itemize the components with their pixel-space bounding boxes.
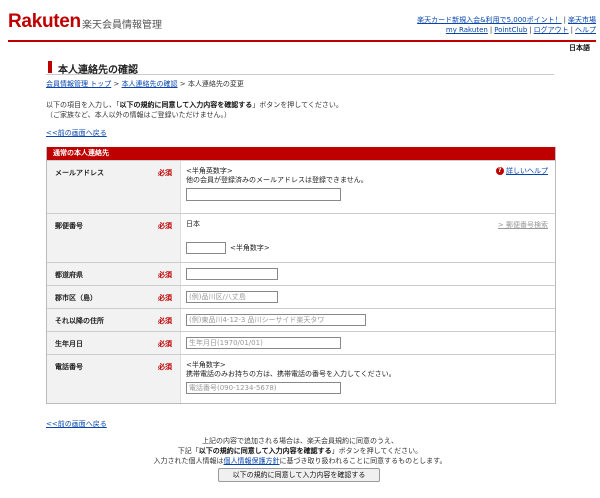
zip-country: 日本 xyxy=(186,220,200,228)
intro-text: 以下の項目を入力し、「以下の規約に同意して入力内容を確認する」ボタンを押してくだ… xyxy=(46,101,343,119)
prefecture-row: 都道府県 必須 xyxy=(47,262,555,285)
agree-confirm-button[interactable]: 以下の規約に同意して入力内容を確認する xyxy=(218,468,380,482)
privacy-policy-link[interactable]: 個人情報保護方針 xyxy=(224,457,280,465)
breadcrumb-top[interactable]: 会員情報管理 トップ xyxy=(46,80,111,88)
city-input[interactable]: (例)品川区/八丈島 xyxy=(186,291,278,303)
prefecture-label: 都道府県 xyxy=(55,271,83,279)
phone-note-1: <半角数字> xyxy=(186,361,226,369)
zip-hint: <半角数字> xyxy=(230,244,270,252)
help-detail-link[interactable]: 詳しいヘルプ xyxy=(506,167,548,175)
birthday-label: 生年月日 xyxy=(55,340,83,348)
phone-input[interactable]: 電話番号(090-1234-5678) xyxy=(186,382,341,394)
city-row: 郡市区（島） 必須 (例)品川区/八丈島 xyxy=(47,285,555,308)
email-note-2: 他の会員が登録済みのメールアドレスは登録できません。 xyxy=(186,176,368,184)
email-help[interactable]: ? 詳しいヘルプ xyxy=(495,166,548,176)
breadcrumb-current: 本人連絡先の変更 xyxy=(187,80,244,88)
help-link[interactable]: ヘルプ xyxy=(575,26,596,34)
zip-label: 郵便番号 xyxy=(55,222,83,230)
required-mark: 必須 xyxy=(158,340,172,348)
page-title-text: 本人連絡先の確認 xyxy=(58,65,138,76)
breadcrumb-confirm[interactable]: 本人連絡先の確認 xyxy=(122,80,178,88)
email-note-1: <半角英数字> xyxy=(186,167,233,175)
site-title: 楽天会員情報管理 xyxy=(82,20,162,31)
address-label: それ以降の住所 xyxy=(55,317,104,325)
ichiba-link[interactable]: 楽天市場 xyxy=(568,16,596,24)
phone-label: 電話番号 xyxy=(55,363,83,371)
required-mark: 必須 xyxy=(158,317,172,325)
my-rakuten-link[interactable]: my Rakuten xyxy=(446,26,488,34)
required-mark: 必須 xyxy=(158,271,172,279)
title-accent-bar xyxy=(48,61,52,73)
required-mark: 必須 xyxy=(158,294,172,302)
language-label[interactable]: 日本語 xyxy=(569,43,590,53)
promo-link[interactable]: 楽天カード新規入会&利用で5,000ポイント！ xyxy=(417,16,562,24)
logout-link[interactable]: ログアウト xyxy=(534,26,569,34)
required-mark: 必須 xyxy=(158,363,172,371)
email-row: メールアドレス 必須 <半角英数字> 他の会員が登録済みのメールアドレスは登録で… xyxy=(47,160,555,213)
back-link-top[interactable]: <<前の画面へ戻る xyxy=(46,128,107,138)
top-links: 楽天カード新規入会&利用で5,000ポイント！ | 楽天市場 my Rakuten |… xyxy=(417,16,596,34)
phone-row: 電話番号 必須 <半角数字> 携帯電話のみお持ちの方は、携帯電話の番号を入力して… xyxy=(47,354,555,403)
rakuten-logo[interactable]: Rakuten xyxy=(8,11,81,33)
page-title: 本人連絡先の確認 xyxy=(46,58,554,76)
form-section-title: 通常の本人連絡先 xyxy=(47,147,555,160)
zip-search-link[interactable]: > 郵便番号検索 xyxy=(498,221,548,229)
email-label: メールアドレス xyxy=(55,169,104,177)
required-mark: 必須 xyxy=(158,169,172,177)
zip-row: 郵便番号 必須 日本 <半角数字> > 郵便番号検索 xyxy=(47,213,555,262)
address-input[interactable]: (例)東品川4-12-3 品川シーサイド楽天タワ xyxy=(186,314,366,326)
contact-form: 通常の本人連絡先 メールアドレス 必須 <半角英数字> 他の会員が登録済みのメー… xyxy=(46,147,556,404)
birthday-input[interactable]: 生年月日(1970/01/01) xyxy=(186,337,341,349)
zip-input[interactable] xyxy=(186,242,226,254)
required-mark: 必須 xyxy=(158,222,172,230)
birthday-row: 生年月日 必須 生年月日(1970/01/01) xyxy=(47,331,555,354)
header-divider xyxy=(8,40,596,42)
agreement-notice: 上記の内容で追加される場合は、楽天会員規約に同意のうえ、 下記「以下の規約に同意… xyxy=(153,437,447,465)
phone-note-2: 携帯電話のみお持ちの方は、携帯電話の番号を入力してください。 xyxy=(186,370,396,378)
city-label: 郡市区（島） xyxy=(55,294,97,302)
prefecture-input[interactable] xyxy=(186,268,278,280)
breadcrumb: 会員情報管理 トップ > 本人連絡先の確認 > 本人連絡先の変更 xyxy=(46,80,244,88)
question-icon: ? xyxy=(495,167,504,175)
address-row: それ以降の住所 必須 (例)東品川4-12-3 品川シーサイド楽天タワ xyxy=(47,308,555,331)
pointclub-link[interactable]: PointClub xyxy=(494,26,527,34)
email-field[interactable] xyxy=(186,188,341,201)
back-link-bottom[interactable]: <<前の画面へ戻る xyxy=(46,419,107,429)
